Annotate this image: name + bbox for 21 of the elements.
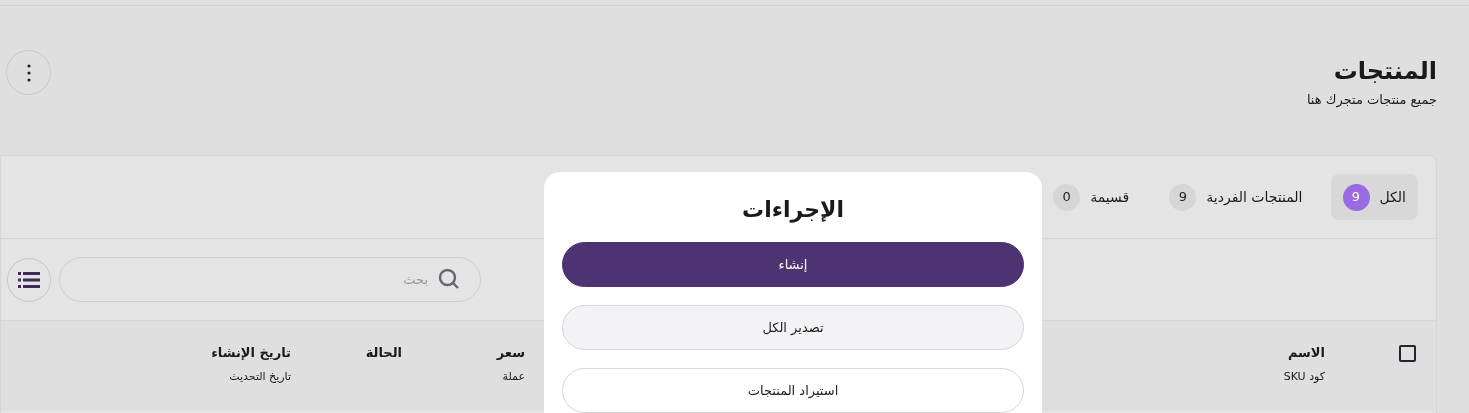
column-header: الاسم — [1287, 344, 1325, 362]
search-field[interactable]: بحث — [59, 257, 481, 302]
action-button[interactable]: إنشاء — [562, 242, 1024, 287]
column-header: الحالة — [365, 344, 402, 362]
count-badge: 9 — [1342, 183, 1370, 211]
more-icon — [26, 63, 31, 82]
action-button[interactable]: تصدير الكل — [562, 305, 1024, 350]
page-title: المنتجات — [1333, 56, 1437, 87]
count-badge: 9 — [1169, 183, 1197, 211]
column-subheader: تاريخ التحديث — [229, 368, 291, 385]
column-subheader: عملة — [502, 368, 525, 385]
column-subheader: كود SKU — [1283, 368, 1325, 385]
list-icon — [18, 270, 40, 289]
count-badge: 0 — [1053, 183, 1081, 211]
column-header: سعر — [496, 344, 525, 362]
column-header: تاريخ الإنشاء — [211, 344, 291, 362]
sheet-title: الإجراءات — [742, 196, 844, 225]
page-subtitle: جميع منتجات متجرك هنا — [1306, 91, 1437, 110]
search-icon — [437, 267, 461, 291]
select-all-checkbox[interactable] — [1399, 345, 1416, 362]
action-button[interactable]: استيراد المنتجات — [562, 368, 1024, 413]
